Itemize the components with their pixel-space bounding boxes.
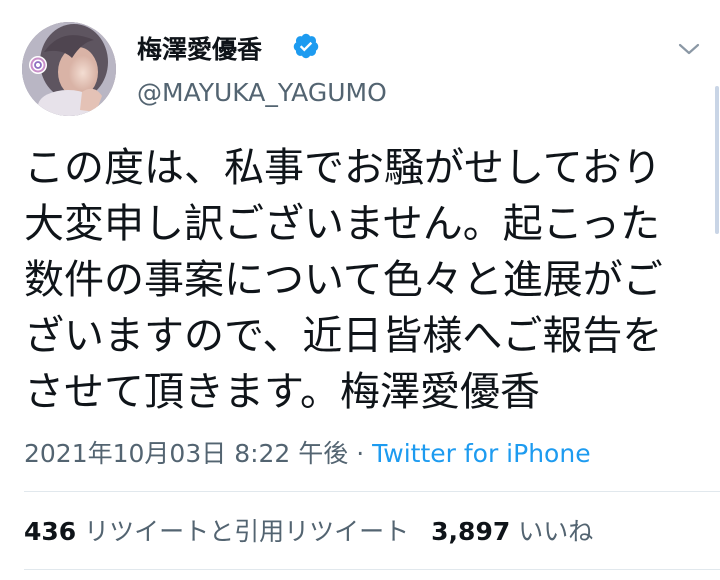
retweets-count: 436 xyxy=(24,517,77,546)
meta-separator: · xyxy=(348,439,373,468)
tweet-text-line: させて頂きます。梅澤愛優香 xyxy=(24,369,540,415)
tweet-card: 梅澤愛優香 @MAYUKA_YAGUMO この度は、私事でお騒がせしており 大変… xyxy=(0,0,720,580)
tweet-text-line: この度は、私事でお騒がせしており xyxy=(24,145,662,191)
tweet-text-line: ざいますので、近日皆様へご報告を xyxy=(24,313,663,359)
tweet-text-line: 数件の事案について色々と進展がご xyxy=(24,257,663,303)
likes-count: 3,897 xyxy=(431,517,511,546)
avatar[interactable] xyxy=(22,22,116,116)
retweets-label: リツイートと引用リツイート xyxy=(84,517,410,546)
tweet-meta: 2021年10月03日 8:22 午後 · Twitter for iPhone xyxy=(24,434,591,470)
divider xyxy=(24,491,720,492)
engagement-stats: 436 リツイートと引用リツイート 3,897 いいね xyxy=(24,512,593,548)
source-link[interactable]: Twitter for iPhone xyxy=(372,439,590,468)
tweet-text-line: 大変申し訳ございません。起こった xyxy=(24,201,660,247)
tweet-text: この度は、私事でお騒がせしており 大変申し訳ございません。起こった 数件の事案に… xyxy=(24,140,700,420)
likes-stat[interactable]: 3,897 いいね xyxy=(431,517,593,546)
timestamp[interactable]: 2021年10月03日 8:22 午後 xyxy=(24,439,348,468)
verified-badge-icon xyxy=(293,33,319,59)
retweets-stat[interactable]: 436 リツイートと引用リツイート xyxy=(24,517,409,546)
display-name[interactable]: 梅澤愛優香 xyxy=(137,30,262,66)
user-handle[interactable]: @MAYUKA_YAGUMO xyxy=(137,78,387,107)
scrollbar[interactable] xyxy=(715,86,719,234)
divider xyxy=(24,569,720,570)
likes-label: いいね xyxy=(518,517,594,546)
chevron-down-icon[interactable] xyxy=(676,38,702,60)
profile-photo-image xyxy=(22,22,116,116)
